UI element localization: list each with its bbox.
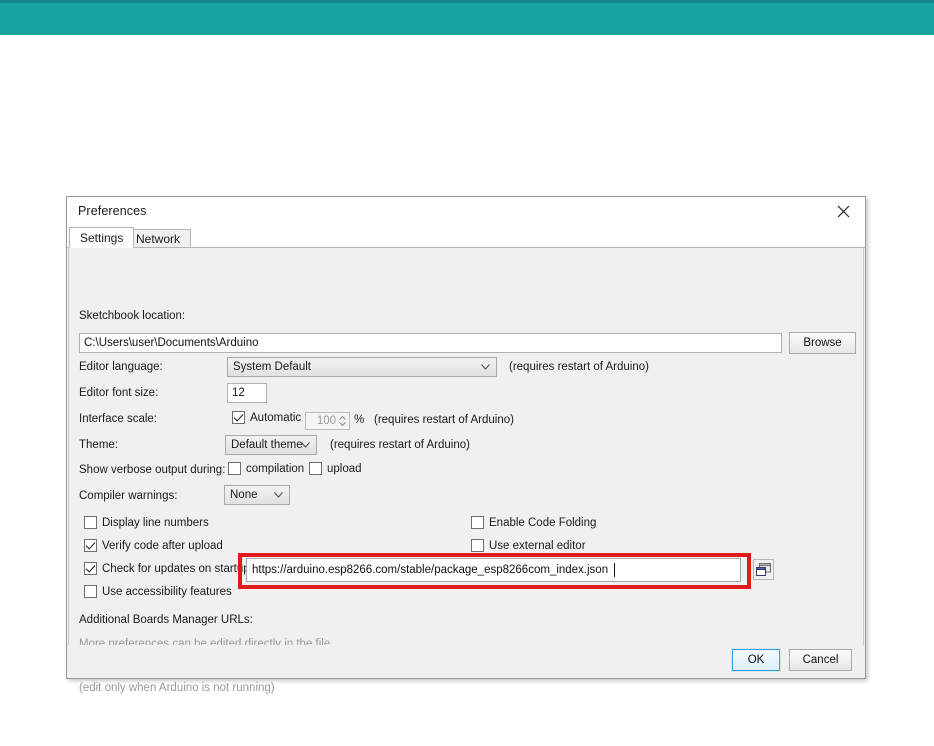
stepper-arrows-icon bbox=[337, 413, 348, 429]
verbose-compilation-label: compilation bbox=[246, 462, 305, 475]
boards-urls-value: https://arduino.esp8266.com/stable/packa… bbox=[252, 564, 609, 576]
sketchbook-label: Sketchbook location: bbox=[79, 310, 186, 322]
enable-code-folding-checkbox[interactable]: Enable Code Folding bbox=[471, 516, 596, 529]
boards-urls-label: Additional Boards Manager URLs: bbox=[79, 614, 253, 626]
interface-scale-percent: % bbox=[354, 414, 365, 426]
display-line-numbers-checkbox[interactable]: Display line numbers bbox=[84, 516, 209, 529]
tab-strip: Settings Network bbox=[67, 227, 865, 248]
interface-scale-stepper[interactable]: 100 bbox=[305, 412, 350, 430]
checkbox-box bbox=[309, 462, 322, 475]
dialog-title-bar: Preferences bbox=[67, 197, 865, 227]
ok-button[interactable]: OK bbox=[731, 648, 781, 672]
chevron-down-icon bbox=[481, 364, 490, 370]
close-icon[interactable] bbox=[821, 197, 865, 226]
chevron-down-icon bbox=[301, 442, 310, 448]
edit-note: (edit only when Arduino is not running) bbox=[79, 682, 275, 694]
app-top-bar bbox=[0, 0, 934, 35]
editor-font-size-input[interactable]: 12 bbox=[227, 383, 267, 403]
compiler-warnings-select[interactable]: None bbox=[224, 485, 290, 505]
text-caret bbox=[614, 563, 616, 577]
checkbox-box bbox=[232, 411, 245, 424]
theme-value: Default theme bbox=[231, 439, 303, 451]
editor-language-value: System Default bbox=[233, 361, 311, 373]
dialog-footer: OK Cancel bbox=[68, 645, 864, 677]
check-for-updates-checkbox[interactable]: Check for updates on startup bbox=[84, 562, 250, 575]
browse-button[interactable]: Browse bbox=[789, 332, 856, 354]
tab-settings[interactable]: Settings bbox=[69, 227, 135, 248]
theme-note: (requires restart of Arduino) bbox=[330, 439, 470, 451]
tab-network[interactable]: Network bbox=[125, 229, 192, 248]
theme-label: Theme: bbox=[79, 439, 118, 451]
compiler-warnings-value: None bbox=[230, 489, 258, 501]
editor-language-label: Editor language: bbox=[79, 361, 163, 373]
checkbox-box bbox=[228, 462, 241, 475]
checkbox-box bbox=[471, 516, 484, 529]
interface-scale-automatic-checkbox[interactable]: Automatic bbox=[232, 411, 301, 424]
checkbox-box bbox=[84, 539, 97, 552]
checkbox-box bbox=[471, 539, 484, 552]
use-external-editor-checkbox[interactable]: Use external editor bbox=[471, 539, 586, 552]
interface-scale-note: (requires restart of Arduino) bbox=[374, 414, 514, 426]
enable-code-folding-label: Enable Code Folding bbox=[489, 516, 597, 529]
use-external-editor-label: Use external editor bbox=[489, 539, 586, 552]
interface-scale-label: Interface scale: bbox=[79, 413, 157, 425]
settings-panel: Sketchbook location: C:\Users\user\Docum… bbox=[68, 248, 864, 694]
compiler-warnings-label: Compiler warnings: bbox=[79, 490, 178, 502]
editor-language-note: (requires restart of Arduino) bbox=[509, 361, 649, 373]
sketchbook-input[interactable]: C:\Users\user\Documents\Arduino bbox=[79, 333, 782, 353]
interface-scale-value: 100 bbox=[316, 415, 336, 427]
checkbox-box bbox=[84, 585, 97, 598]
checkbox-box bbox=[84, 562, 97, 575]
verify-code-after-upload-label: Verify code after upload bbox=[102, 539, 223, 552]
editor-language-select[interactable]: System Default bbox=[227, 357, 497, 377]
use-accessibility-features-label: Use accessibility features bbox=[102, 585, 232, 598]
chevron-down-icon bbox=[274, 492, 283, 498]
dialog-title: Preferences bbox=[78, 204, 147, 218]
preferences-dialog: Preferences Settings Network Sketchbook … bbox=[66, 196, 866, 694]
editor-font-size-label: Editor font size: bbox=[79, 387, 159, 399]
use-accessibility-features-checkbox[interactable]: Use accessibility features bbox=[84, 585, 232, 598]
screen: Preferences Settings Network Sketchbook … bbox=[0, 0, 934, 746]
checkbox-box bbox=[84, 516, 97, 529]
theme-select[interactable]: Default theme bbox=[225, 435, 317, 455]
verify-code-after-upload-checkbox[interactable]: Verify code after upload bbox=[84, 539, 223, 552]
verbose-compilation-checkbox[interactable]: compilation bbox=[228, 462, 304, 475]
cancel-button[interactable]: Cancel bbox=[789, 649, 852, 671]
interface-scale-automatic-label: Automatic bbox=[250, 411, 302, 424]
check-for-updates-label: Check for updates on startup bbox=[102, 562, 250, 575]
open-window-icon[interactable] bbox=[753, 559, 774, 580]
verbose-label: Show verbose output during: bbox=[79, 464, 226, 476]
verbose-upload-checkbox[interactable]: upload bbox=[309, 462, 362, 475]
display-line-numbers-label: Display line numbers bbox=[102, 516, 209, 529]
verbose-upload-label: upload bbox=[327, 462, 362, 475]
boards-urls-input[interactable]: https://arduino.esp8266.com/stable/packa… bbox=[246, 558, 741, 582]
